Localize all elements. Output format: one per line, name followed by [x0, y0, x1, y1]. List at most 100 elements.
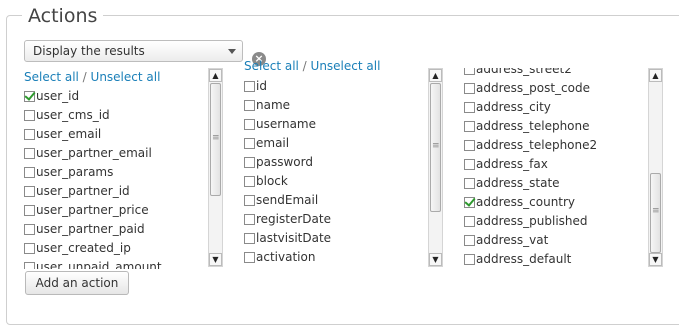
scroll-down-icon[interactable]: ▼	[209, 253, 222, 266]
field-checkbox[interactable]	[244, 176, 255, 187]
field-option[interactable]: id	[244, 77, 267, 96]
column1-scrollbar[interactable]: ▲ ▼	[208, 68, 223, 267]
field-option[interactable]: user_cms_id	[24, 106, 110, 125]
unselect-all-link[interactable]: Unselect all	[91, 70, 161, 84]
field-option[interactable]: address_vat	[464, 231, 548, 250]
scroll-thumb[interactable]	[210, 83, 221, 196]
field-option[interactable]: address_post_code	[464, 79, 590, 98]
column1-list: user_id user_cms_id user_email user_partner…	[24, 87, 204, 269]
field-option[interactable]: user_partner_id	[24, 182, 130, 201]
field-option[interactable]: address_city	[464, 98, 551, 117]
field-checkbox[interactable]	[464, 140, 475, 151]
scroll-down-icon[interactable]: ▼	[649, 253, 662, 266]
field-option[interactable]: username	[244, 115, 316, 134]
field-option[interactable]: email	[244, 134, 289, 153]
field-option[interactable]: user_partner_email	[24, 144, 152, 163]
scroll-up-icon[interactable]: ▲	[649, 69, 662, 82]
field-option[interactable]: address_country	[464, 193, 575, 212]
field-checkbox[interactable]	[244, 195, 255, 206]
field-option[interactable]: user_unpaid_amount	[24, 258, 162, 269]
field-label: address_telephone	[476, 119, 590, 133]
field-label: address_published	[476, 214, 588, 228]
field-checkbox[interactable]	[244, 214, 255, 225]
field-checkbox[interactable]	[24, 148, 35, 159]
field-checkbox[interactable]	[464, 197, 475, 208]
field-checkbox[interactable]	[464, 159, 475, 170]
field-checkbox[interactable]	[464, 102, 475, 113]
field-option[interactable]: name	[244, 96, 290, 115]
field-checkbox[interactable]	[244, 233, 255, 244]
field-option[interactable]: user_partner_paid	[24, 220, 145, 239]
field-option[interactable]: address_fax	[464, 155, 548, 174]
field-checkbox[interactable]	[24, 243, 35, 254]
field-option[interactable]: address_telephone	[464, 117, 590, 136]
field-checkbox[interactable]	[464, 68, 475, 75]
field-option[interactable]: activation	[244, 248, 315, 267]
add-action-button[interactable]: Add an action	[25, 271, 129, 295]
field-option[interactable]: user_params	[24, 163, 113, 182]
scroll-thumb[interactable]	[430, 83, 441, 212]
field-label: lastvisitDate	[256, 231, 332, 245]
field-option[interactable]: sendEmail	[244, 191, 318, 210]
scroll-up-icon[interactable]: ▲	[429, 69, 442, 82]
field-label: address_vat	[476, 233, 549, 247]
field-checkbox[interactable]	[464, 216, 475, 227]
field-checkbox[interactable]	[24, 205, 35, 216]
field-checkbox[interactable]	[24, 129, 35, 140]
field-checkbox[interactable]	[464, 121, 475, 132]
field-checkbox[interactable]	[244, 81, 255, 92]
field-checkbox[interactable]	[24, 91, 35, 102]
select-all-link[interactable]: Select all	[24, 70, 79, 84]
column1-select-links: Select all / Unselect all	[24, 70, 160, 84]
field-label: user_partner_email	[36, 146, 152, 160]
field-checkbox[interactable]	[244, 157, 255, 168]
column2-items: id name username email password block sendEmai…	[244, 77, 424, 268]
field-option[interactable]: lastvisitDate	[244, 229, 331, 248]
field-label: address_country	[476, 195, 576, 209]
field-checkbox[interactable]	[244, 252, 255, 263]
field-checkbox[interactable]	[464, 254, 475, 265]
action-select[interactable]: Display the results	[24, 40, 243, 62]
field-checkbox[interactable]	[464, 235, 475, 246]
field-checkbox[interactable]	[464, 83, 475, 94]
column2-scrollbar[interactable]: ▲ ▼	[428, 68, 443, 267]
field-label: address_post_code	[476, 81, 590, 95]
field-option[interactable]: password	[244, 153, 313, 172]
field-label: address_street2	[476, 68, 572, 76]
field-option[interactable]: address_state	[464, 174, 560, 193]
column2-list: Select all / Unselect all id name username…	[244, 56, 424, 268]
field-option[interactable]: user_email	[24, 125, 101, 144]
scroll-thumb[interactable]	[650, 173, 661, 253]
field-option[interactable]: address_street2	[464, 68, 572, 79]
field-checkbox[interactable]	[24, 224, 35, 235]
field-checkbox[interactable]	[244, 119, 255, 130]
field-checkbox[interactable]	[244, 138, 255, 149]
field-option[interactable]: address_telephone2	[464, 136, 597, 155]
column3-scrollbar[interactable]: ▲ ▼	[648, 68, 663, 267]
field-label: address_state	[476, 176, 560, 190]
link-separator: /	[78, 70, 91, 84]
action-select-value: Display the results	[33, 44, 145, 58]
field-label: address_telephone2	[476, 138, 598, 152]
unselect-all-link[interactable]: Unselect all	[311, 59, 381, 73]
field-option[interactable]: registerDate	[244, 210, 331, 229]
field-option[interactable]: address_default	[464, 250, 571, 268]
field-label: username	[256, 117, 316, 131]
column2-select-links: Select all / Unselect all	[244, 59, 380, 73]
link-separator: /	[298, 59, 311, 73]
field-checkbox[interactable]	[24, 110, 35, 121]
select-all-link[interactable]: Select all	[244, 59, 299, 73]
field-checkbox[interactable]	[464, 178, 475, 189]
field-label: user_id	[36, 89, 80, 103]
scroll-up-icon[interactable]: ▲	[209, 69, 222, 82]
field-checkbox[interactable]	[24, 167, 35, 178]
field-option[interactable]: block	[244, 172, 288, 191]
scroll-down-icon[interactable]: ▼	[429, 253, 442, 266]
field-checkbox[interactable]	[24, 262, 35, 269]
field-option[interactable]: user_id	[24, 87, 79, 106]
field-checkbox[interactable]	[24, 186, 35, 197]
field-option[interactable]: user_created_ip	[24, 239, 131, 258]
field-option[interactable]: address_published	[464, 212, 588, 231]
field-option[interactable]: user_partner_price	[24, 201, 149, 220]
field-checkbox[interactable]	[244, 100, 255, 111]
